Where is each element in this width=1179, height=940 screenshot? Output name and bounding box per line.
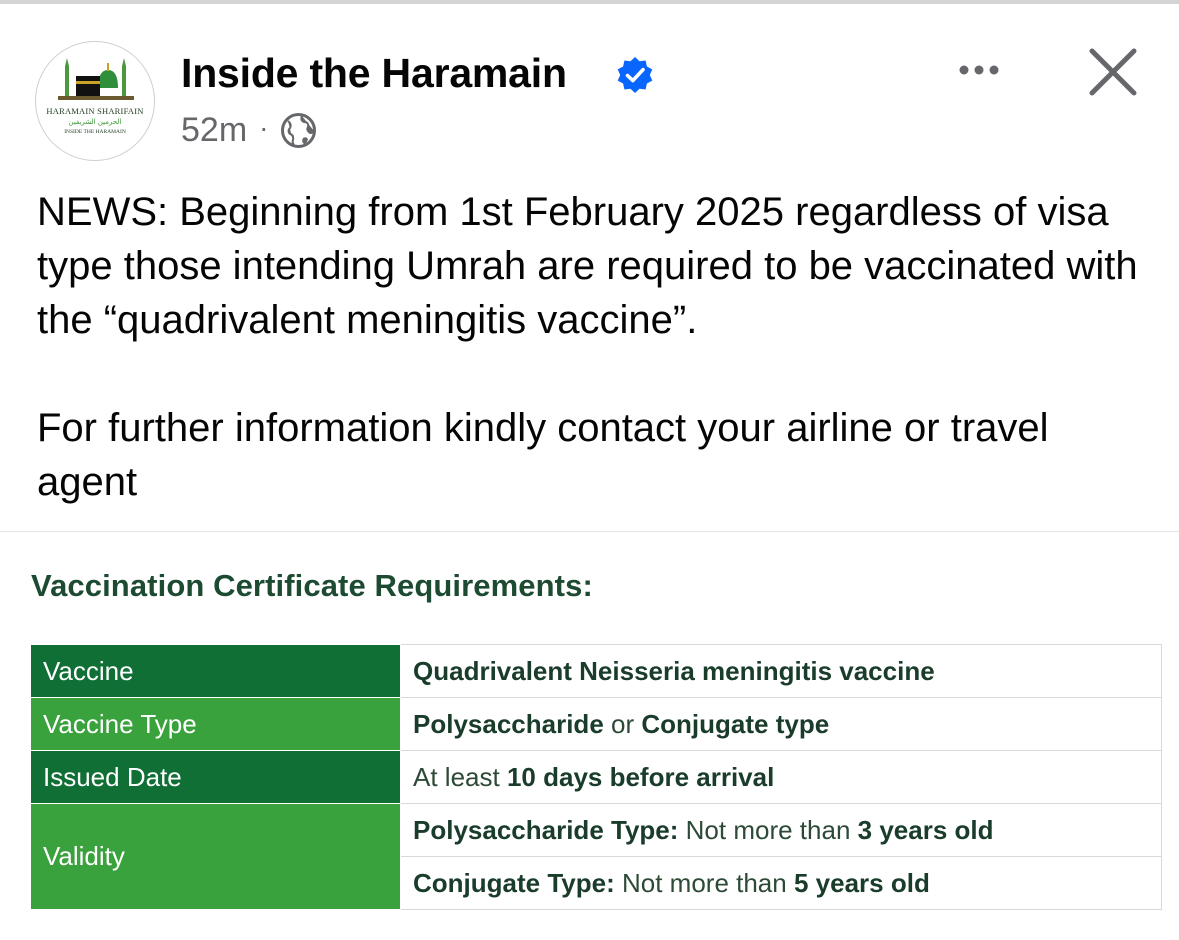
verified-badge-icon [617,57,653,93]
row-label: Vaccine Type [30,697,401,751]
post-image[interactable]: Vaccination Certificate Requirements: Va… [0,532,1179,940]
value-text: Polysaccharide Type: [413,814,679,845]
post-message: NEWS: Beginning from 1st February 2025 r… [37,185,1152,509]
kaaba-mosque-logo [58,58,134,100]
post-timestamp[interactable]: 52m [181,111,247,150]
value-text: 5 years old [793,867,930,898]
row-value: Quadrivalent Neisseria meningitis vaccin… [400,644,1162,698]
row-value: Polysaccharide or Conjugate type [400,697,1162,751]
table-row: Vaccine Type Polysaccharide or Conjugate… [30,697,1162,751]
value-text: Not more than [685,814,851,845]
value-text: Conjugate Type: [413,867,615,898]
meta-separator: · [259,112,269,143]
row-label: Issued Date [30,750,401,804]
logo-text-arabic: الحرمين الشريفين [68,118,122,126]
top-divider [0,0,1179,4]
logo-text-subtitle: INSIDE THE HARAMAIN [64,129,126,135]
value-text: At least [413,761,500,792]
logo-text-english: HARAMAIN SHARIFAIN [46,106,144,116]
value-text: Polysaccharide [413,708,604,739]
value-text: 3 years old [857,814,994,845]
image-title: Vaccination Certificate Requirements: [31,568,593,603]
requirements-table: Vaccine Quadrivalent Neisseria meningiti… [30,644,1162,910]
post-paragraph: For further information kindly contact y… [37,406,1049,504]
close-icon[interactable] [1084,43,1142,101]
value-text: Conjugate type [641,708,830,739]
row-value: Polysaccharide Type: Not more than 3 yea… [400,803,1162,857]
row-value: Conjugate Type: Not more than 5 years ol… [400,856,1162,910]
value-text: Quadrivalent Neisseria meningitis vaccin… [413,655,935,686]
page-name-link[interactable]: Inside the Haramain [181,50,567,97]
value-text: or [611,708,635,739]
table-row: Vaccine Quadrivalent Neisseria meningiti… [30,644,1162,698]
table-row: Validity Polysaccharide Type: Not more t… [30,803,1162,910]
row-label: Vaccine [30,644,401,698]
row-value: At least 10 days before arrival [400,750,1162,804]
globe-icon [281,112,317,148]
row-label: Validity [30,803,401,910]
more-options-icon[interactable] [952,52,1012,88]
post-meta: 52m · [181,109,317,151]
page-avatar[interactable]: HARAMAIN SHARIFAIN الحرمين الشريفين INSI… [35,41,155,161]
post-paragraph: NEWS: Beginning from 1st February 2025 r… [37,190,1138,342]
value-text: Not more than [621,867,787,898]
value-text: 10 days before arrival [506,761,775,792]
table-row: Issued Date At least 10 days before arri… [30,750,1162,804]
